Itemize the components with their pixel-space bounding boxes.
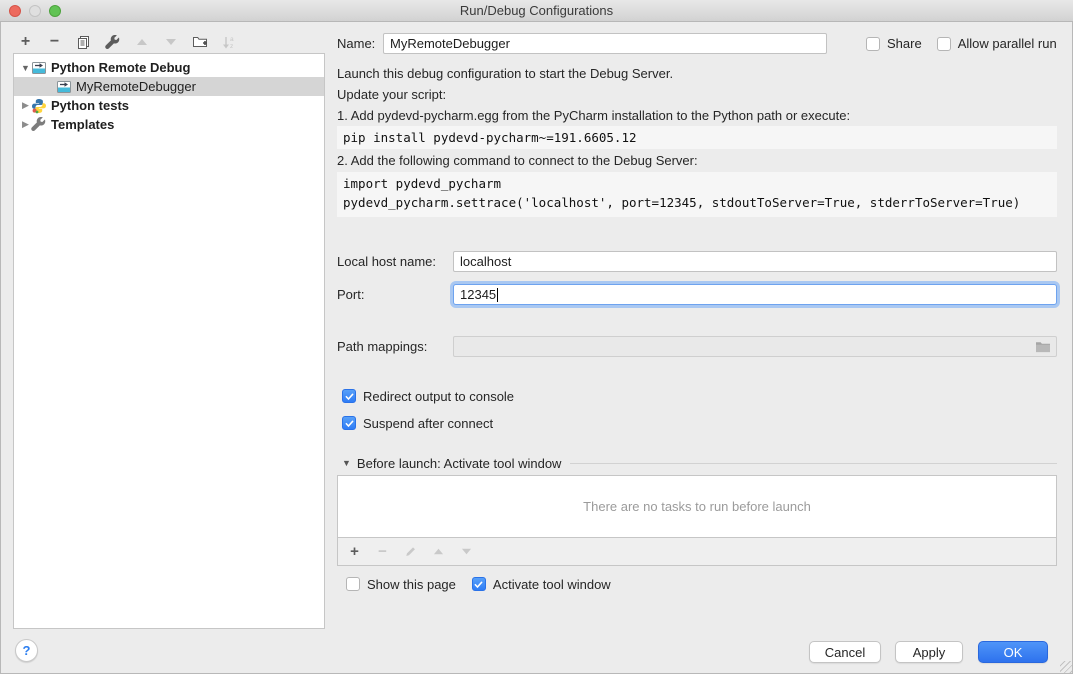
configuration-form: Name: Share Allow parallel run Launch th… — [337, 0, 1057, 674]
port-input[interactable]: 12345 — [453, 284, 1057, 305]
edit-templates-icon[interactable] — [104, 34, 121, 51]
local-host-name-input[interactable] — [453, 251, 1057, 272]
no-tasks-message: There are no tasks to run before launch — [583, 499, 811, 514]
templates-wrench-icon — [31, 117, 47, 133]
port-value: 12345 — [460, 287, 496, 302]
port-label: Port: — [337, 287, 453, 302]
activate-tool-window-label: Activate tool window — [493, 577, 611, 592]
before-launch-task-list[interactable]: There are no tasks to run before launch — [337, 475, 1057, 538]
edit-task-icon[interactable] — [402, 543, 419, 560]
suspend-after-connect-checkbox[interactable] — [342, 416, 356, 430]
settrace-code: import pydevd_pycharm pydevd_pycharm.set… — [337, 172, 1057, 217]
text-caret — [497, 288, 498, 302]
new-folder-icon[interactable] — [191, 34, 208, 51]
help-question-mark: ? — [23, 643, 31, 658]
name-label: Name: — [337, 36, 383, 51]
section-divider — [570, 463, 1057, 464]
section-collapse-icon[interactable]: ▼ — [342, 458, 351, 468]
before-launch-section-header[interactable]: ▼ Before launch: Activate tool window — [342, 455, 1057, 471]
settrace-code-line-1: import pydevd_pycharm — [343, 176, 501, 191]
path-mappings-input[interactable] — [453, 336, 1057, 357]
svg-text:a: a — [230, 36, 234, 43]
sort-alphabetically-icon[interactable]: az — [220, 34, 237, 51]
remote-debug-config-icon — [56, 79, 72, 95]
ok-button[interactable]: OK — [978, 641, 1048, 663]
copy-configuration-icon[interactable] — [75, 34, 92, 51]
cancel-button[interactable]: Cancel — [809, 641, 881, 663]
intro-line-2: Update your script: — [337, 87, 446, 102]
add-configuration-icon[interactable]: + — [17, 34, 34, 51]
move-up-icon[interactable] — [133, 34, 150, 51]
suspend-after-connect-label: Suspend after connect — [363, 416, 493, 431]
local-host-name-label: Local host name: — [337, 254, 453, 269]
before-launch-toolbar: + − — [337, 538, 1057, 566]
show-this-page-label: Show this page — [367, 577, 456, 592]
before-launch-title: Before launch: Activate tool window — [357, 456, 562, 471]
allow-parallel-run-checkbox[interactable] — [937, 37, 951, 51]
share-checkbox[interactable] — [866, 37, 880, 51]
tree-item-python-tests[interactable]: ▶ Python tests — [14, 96, 324, 115]
python-tests-icon — [31, 98, 47, 114]
path-mappings-label: Path mappings: — [337, 339, 453, 354]
allow-parallel-run-label: Allow parallel run — [958, 36, 1057, 51]
expand-collapsed-icon[interactable]: ▶ — [20, 119, 31, 130]
browse-folder-icon[interactable] — [1035, 340, 1051, 353]
tree-item-templates[interactable]: ▶ Templates — [14, 115, 324, 134]
svg-text:z: z — [230, 43, 233, 50]
tree-item-python-remote-debug[interactable]: ▼ Python Remote Debug — [14, 58, 324, 77]
move-down-icon[interactable] — [162, 34, 179, 51]
name-input[interactable] — [383, 33, 827, 54]
share-label: Share — [887, 36, 922, 51]
activate-tool-window-checkbox[interactable] — [472, 577, 486, 591]
configurations-tree: ▼ Python Remote Debug MyRemoteDebugger ▶… — [13, 53, 325, 629]
remote-debug-config-icon — [31, 60, 47, 76]
step-2-text: 2. Add the following command to connect … — [337, 153, 698, 168]
intro-line-1: Launch this debug configuration to start… — [337, 66, 673, 81]
remove-task-icon[interactable]: − — [374, 543, 391, 560]
apply-button[interactable]: Apply — [895, 641, 963, 663]
collapse-expanded-icon[interactable]: ▼ — [20, 63, 31, 73]
add-task-icon[interactable]: + — [346, 543, 363, 560]
pip-install-code: pip install pydevd-pycharm~=191.6605.12 — [337, 126, 1057, 149]
remove-configuration-icon[interactable]: − — [46, 34, 63, 51]
run-debug-configurations-dialog: Run/Debug Configurations + − az ▼ — [0, 0, 1073, 674]
settrace-code-line-2: pydevd_pycharm.settrace('localhost', por… — [343, 195, 1020, 210]
tree-item-myremotedebugger[interactable]: MyRemoteDebugger — [14, 77, 324, 96]
show-this-page-checkbox[interactable] — [346, 577, 360, 591]
help-button[interactable]: ? — [15, 639, 38, 662]
redirect-output-label: Redirect output to console — [363, 389, 514, 404]
step-1-text: 1. Add pydevd-pycharm.egg from the PyCha… — [337, 108, 850, 123]
configurations-toolbar: + − az — [17, 32, 237, 52]
resize-grip[interactable] — [1060, 661, 1072, 673]
redirect-output-checkbox[interactable] — [342, 389, 356, 403]
move-task-down-icon[interactable] — [458, 543, 475, 560]
move-task-up-icon[interactable] — [430, 543, 447, 560]
expand-collapsed-icon[interactable]: ▶ — [20, 100, 31, 111]
